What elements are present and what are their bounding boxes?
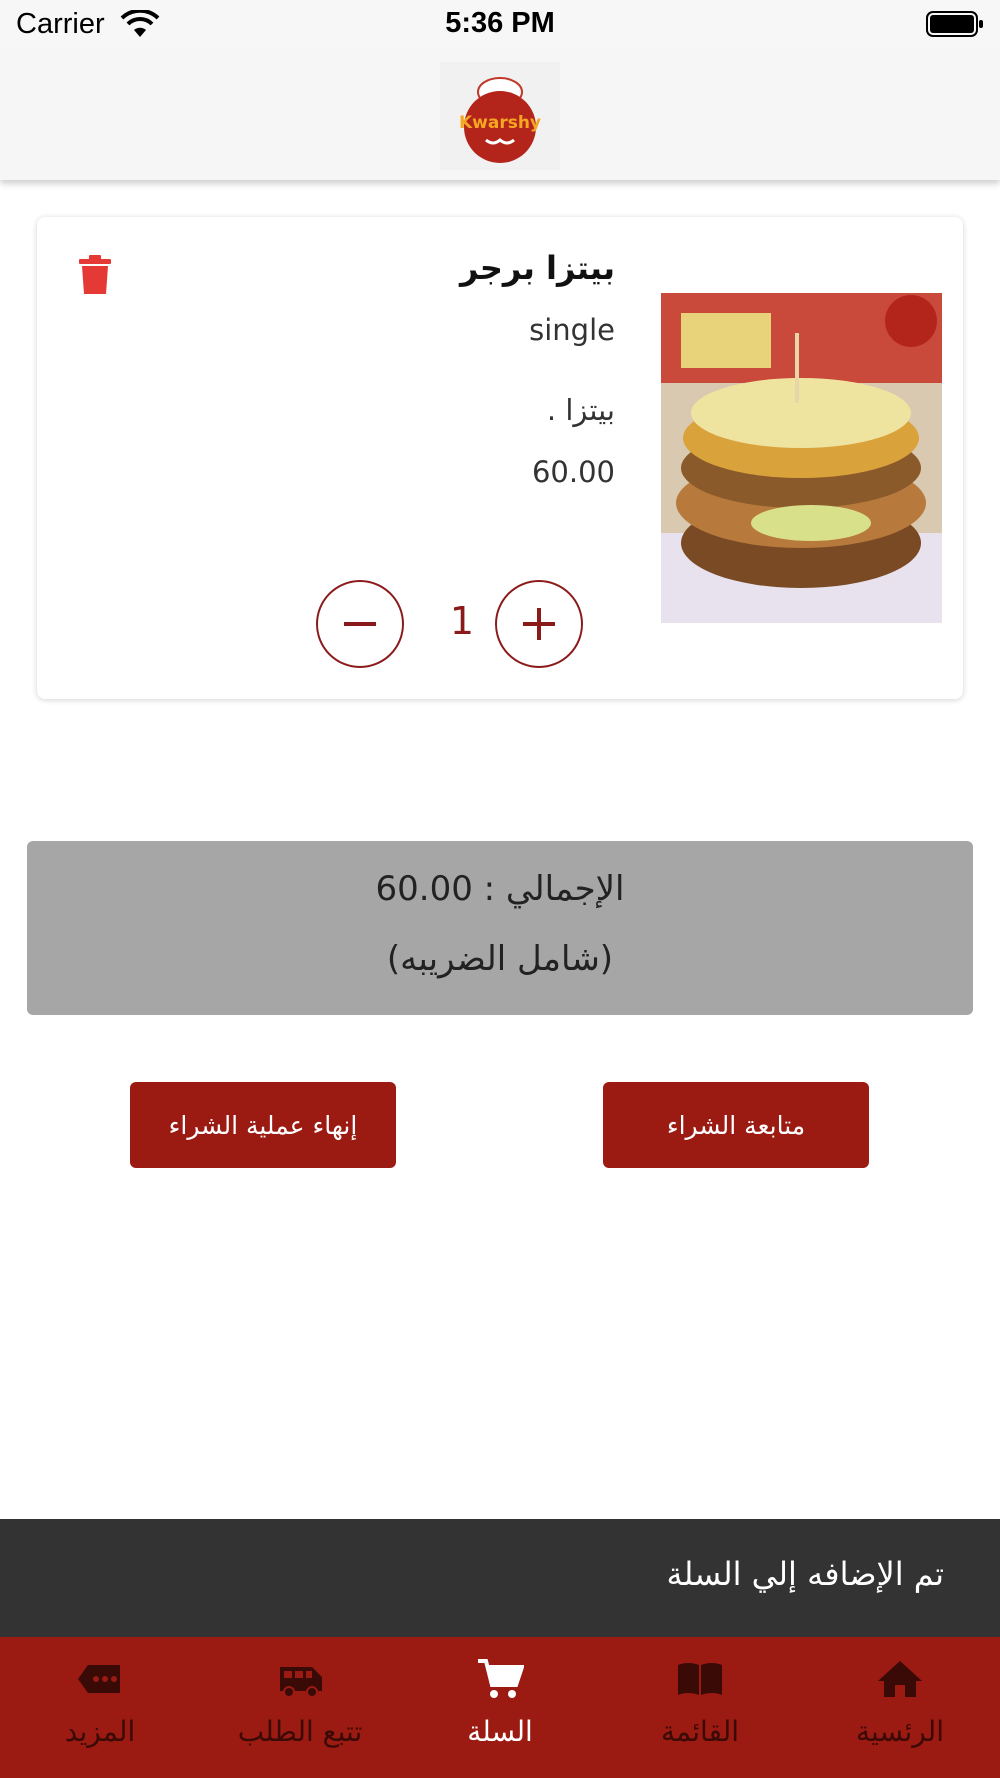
nav-item-cart[interactable]: السلة (400, 1637, 600, 1778)
item-description: بيتزا . (546, 393, 615, 427)
cart-icon (478, 1659, 524, 1698)
minus-icon (344, 622, 376, 626)
nav-label-menu: القائمة (661, 1715, 739, 1748)
tax-note: (شامل الضريبه) (386, 939, 614, 979)
plus-icon (523, 608, 555, 640)
item-price: 60.00 (531, 455, 615, 489)
cart-item-card: بيتزا برجر single بيتزا . 60.00 1 (37, 217, 963, 699)
status-time: 5:36 PM (445, 7, 555, 39)
item-name: بيتزا برجر (459, 249, 615, 287)
home-icon (878, 1661, 922, 1697)
book-icon (678, 1663, 722, 1695)
logo-text: Kwarshy (459, 113, 541, 133)
nav-label-track-order: تتبع الطلب (237, 1715, 363, 1748)
toast-notification: تم الإضافه إلي السلة (0, 1519, 1000, 1637)
nav-label-more: المزيد (64, 1715, 136, 1748)
burger-photo (661, 293, 942, 623)
nav-item-track-order[interactable]: تتبع الطلب (200, 1637, 400, 1778)
kwarshy-logo[interactable]: Kwarshy (440, 62, 560, 170)
toast-message: تم الإضافه إلي السلة (666, 1555, 944, 1593)
nav-label-cart: السلة (467, 1715, 533, 1748)
battery-icon (926, 11, 983, 37)
item-size: single (529, 313, 615, 347)
trash-icon[interactable] (79, 255, 111, 295)
checkout-button[interactable]: إنهاء عملية الشراء (130, 1082, 396, 1168)
nav-item-menu[interactable]: القائمة (600, 1637, 800, 1778)
order-total-box: الإجمالي : 60.00 (شامل الضريبه) (27, 841, 973, 1015)
continue-shopping-button[interactable]: متابعة الشراء (603, 1082, 869, 1168)
increase-quantity-button[interactable] (495, 580, 583, 668)
truck-icon (280, 1667, 322, 1698)
decrease-quantity-button[interactable] (316, 580, 404, 668)
more-icon (78, 1665, 120, 1693)
nav-item-home[interactable]: الرئسية (800, 1637, 1000, 1778)
quantity-value: 1 (449, 599, 475, 643)
bottom-nav: المزيد تتبع الطلب السلة القائمة الرئسية (0, 1637, 1000, 1778)
app-header: Kwarshy (0, 50, 1000, 180)
nav-label-home: الرئسية (856, 1715, 944, 1748)
nav-item-more[interactable]: المزيد (0, 1637, 200, 1778)
status-bar: Carrier 5:36 PM (0, 0, 1000, 50)
total-amount: الإجمالي : 60.00 (375, 869, 625, 909)
